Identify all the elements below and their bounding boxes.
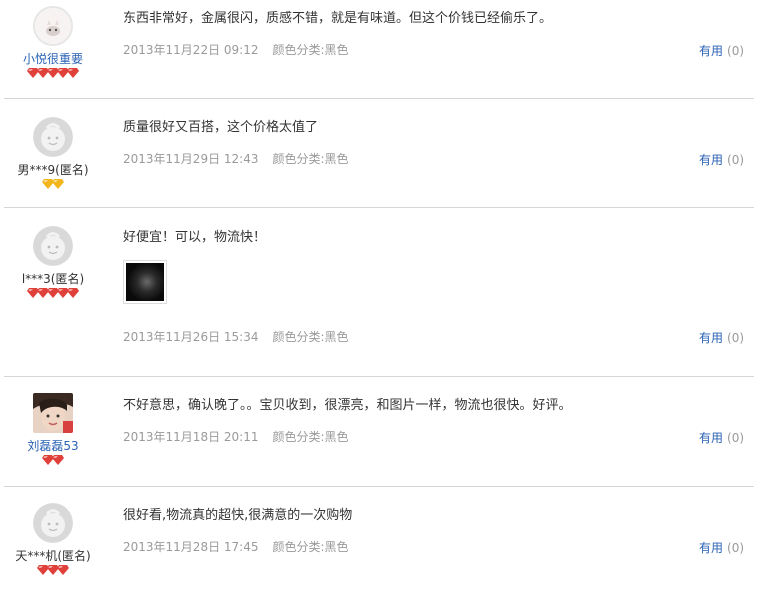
review-meta: 2013年11月18日 20:11 颜色分类:黑色 bbox=[123, 428, 349, 445]
reviewer-info: 天***机(匿名) bbox=[0, 503, 106, 575]
useful-button[interactable]: 有用 bbox=[699, 331, 723, 345]
useful-button[interactable]: 有用 bbox=[699, 541, 723, 555]
reviewer-info: 小悦很重要 bbox=[0, 6, 106, 78]
useful-count: (0) bbox=[727, 541, 745, 555]
review-text: 好便宜！可以，物流快！ bbox=[123, 230, 267, 245]
sku-info: 颜色分类:黑色 bbox=[272, 430, 349, 444]
review-meta: 2013年11月29日 12:43 颜色分类:黑色 bbox=[123, 150, 349, 167]
divider bbox=[4, 207, 754, 208]
review-meta: 2013年11月26日 15:34 颜色分类:黑色 bbox=[123, 328, 349, 345]
level-badge bbox=[0, 288, 106, 298]
useful-vote[interactable]: 有用 (0) bbox=[699, 429, 744, 446]
default-avatar-icon[interactable] bbox=[33, 117, 73, 157]
gem-icon bbox=[52, 179, 64, 189]
username[interactable]: 小悦很重要 bbox=[0, 52, 106, 66]
useful-count: (0) bbox=[727, 153, 745, 167]
reviewer-info: 男***9(匿名) bbox=[0, 117, 106, 189]
divider bbox=[4, 486, 754, 487]
avatar[interactable] bbox=[33, 393, 73, 433]
username[interactable]: 刘磊磊53 bbox=[0, 439, 106, 453]
level-badge bbox=[0, 179, 106, 189]
review-text: 东西非常好，金属很闪，质感不错，就是有味道。但这个价钱已经偷乐了。 bbox=[123, 11, 553, 26]
gem-icon bbox=[57, 565, 69, 575]
gem-icon bbox=[67, 288, 79, 298]
review-text: 很好看,物流真的超快,很满意的一次购物 bbox=[123, 508, 353, 523]
useful-count: (0) bbox=[727, 431, 745, 445]
review-meta: 2013年11月22日 09:12 颜色分类:黑色 bbox=[123, 41, 349, 58]
useful-vote[interactable]: 有用 (0) bbox=[699, 151, 744, 168]
default-avatar-icon[interactable] bbox=[33, 226, 73, 266]
reviewer-info: l***3(匿名) bbox=[0, 226, 106, 298]
review-text: 质量很好又百搭，这个价格太值了 bbox=[123, 120, 319, 135]
review-date: 2013年11月28日 17:45 bbox=[123, 540, 259, 554]
username: l***3(匿名) bbox=[21, 272, 85, 286]
review-date: 2013年11月22日 09:12 bbox=[123, 43, 259, 57]
sku-info: 颜色分类:黑色 bbox=[272, 330, 349, 344]
review-meta: 2013年11月28日 17:45 颜色分类:黑色 bbox=[123, 538, 349, 555]
useful-vote[interactable]: 有用 (0) bbox=[699, 329, 744, 346]
level-badge bbox=[0, 455, 106, 465]
reviewer-info: 刘磊磊53 bbox=[0, 393, 106, 465]
level-badge bbox=[0, 565, 106, 575]
review-text: 不好意思，确认晚了。。宝贝收到，很漂亮，和图片一样，物流也很快。好评。 bbox=[123, 398, 572, 413]
gem-icon bbox=[52, 455, 64, 465]
avatar[interactable] bbox=[33, 6, 73, 46]
useful-count: (0) bbox=[727, 44, 745, 58]
default-avatar-icon[interactable] bbox=[33, 503, 73, 543]
sku-info: 颜色分类:黑色 bbox=[272, 540, 349, 554]
useful-button[interactable]: 有用 bbox=[699, 431, 723, 445]
sku-info: 颜色分类:黑色 bbox=[272, 43, 349, 57]
divider bbox=[4, 376, 754, 377]
useful-count: (0) bbox=[727, 331, 745, 345]
useful-vote[interactable]: 有用 (0) bbox=[699, 539, 744, 556]
useful-button[interactable]: 有用 bbox=[699, 44, 723, 58]
sku-info: 颜色分类:黑色 bbox=[272, 152, 349, 166]
useful-vote[interactable]: 有用 (0) bbox=[699, 42, 744, 59]
username: 男***9(匿名) bbox=[17, 163, 89, 177]
review-date: 2013年11月26日 15:34 bbox=[123, 330, 259, 344]
review-date: 2013年11月18日 20:11 bbox=[123, 430, 259, 444]
gem-icon bbox=[67, 68, 79, 78]
level-badge bbox=[0, 68, 106, 78]
review-date: 2013年11月29日 12:43 bbox=[123, 152, 259, 166]
review-photo-thumbnail[interactable] bbox=[123, 260, 167, 304]
useful-button[interactable]: 有用 bbox=[699, 153, 723, 167]
divider bbox=[4, 98, 754, 99]
username: 天***机(匿名) bbox=[15, 549, 91, 563]
